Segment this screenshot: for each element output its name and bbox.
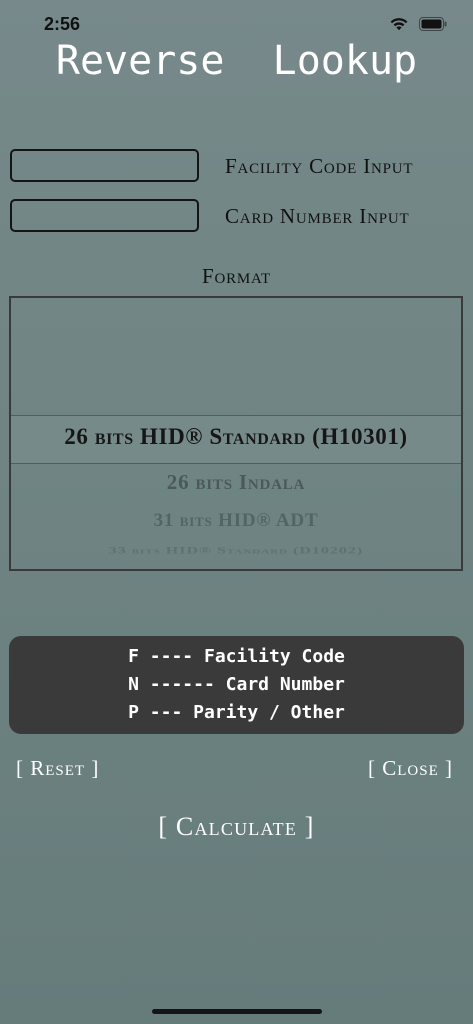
format-label: Format xyxy=(202,264,271,288)
legend-line-card: N ------ Card Number xyxy=(128,674,345,695)
status-icons xyxy=(389,16,447,31)
reset-button[interactable]: [ Reset ] xyxy=(16,756,99,781)
facility-code-label: Facility Code Input xyxy=(225,154,414,178)
status-time: 2:56 xyxy=(44,14,81,34)
facility-code-input[interactable] xyxy=(12,151,197,180)
legend-line-facility: F ---- Facility Code xyxy=(128,646,345,667)
card-number-label: Card Number Input xyxy=(225,204,410,228)
calculate-button[interactable]: [ Calculate ] xyxy=(0,812,473,842)
legend-line-parity: P --- Parity / Other xyxy=(128,702,345,723)
page-title: Reverse Lookup xyxy=(55,38,418,84)
legend-box: F ---- Facility Code N ------ Card Numbe… xyxy=(9,636,464,734)
home-indicator[interactable] xyxy=(152,1009,322,1014)
picker-selected-option[interactable]: 26 bits HID® Standard (H10301) xyxy=(11,424,461,450)
picker-option[interactable]: 33 bits HID® Standard (D10202) xyxy=(11,546,461,557)
format-picker[interactable]: 26 bits HID® Standard (H10301) 26 bits I… xyxy=(9,296,463,571)
card-number-input[interactable] xyxy=(12,201,197,230)
facility-code-field[interactable] xyxy=(10,149,199,182)
battery-icon xyxy=(419,16,447,31)
wifi-icon xyxy=(390,18,408,31)
close-button[interactable]: [ Close ] xyxy=(368,756,453,781)
picker-option[interactable]: 31 bits HID® ADT xyxy=(11,510,461,532)
card-number-field[interactable] xyxy=(10,199,199,232)
picker-option[interactable]: 26 bits Indala xyxy=(11,470,461,495)
